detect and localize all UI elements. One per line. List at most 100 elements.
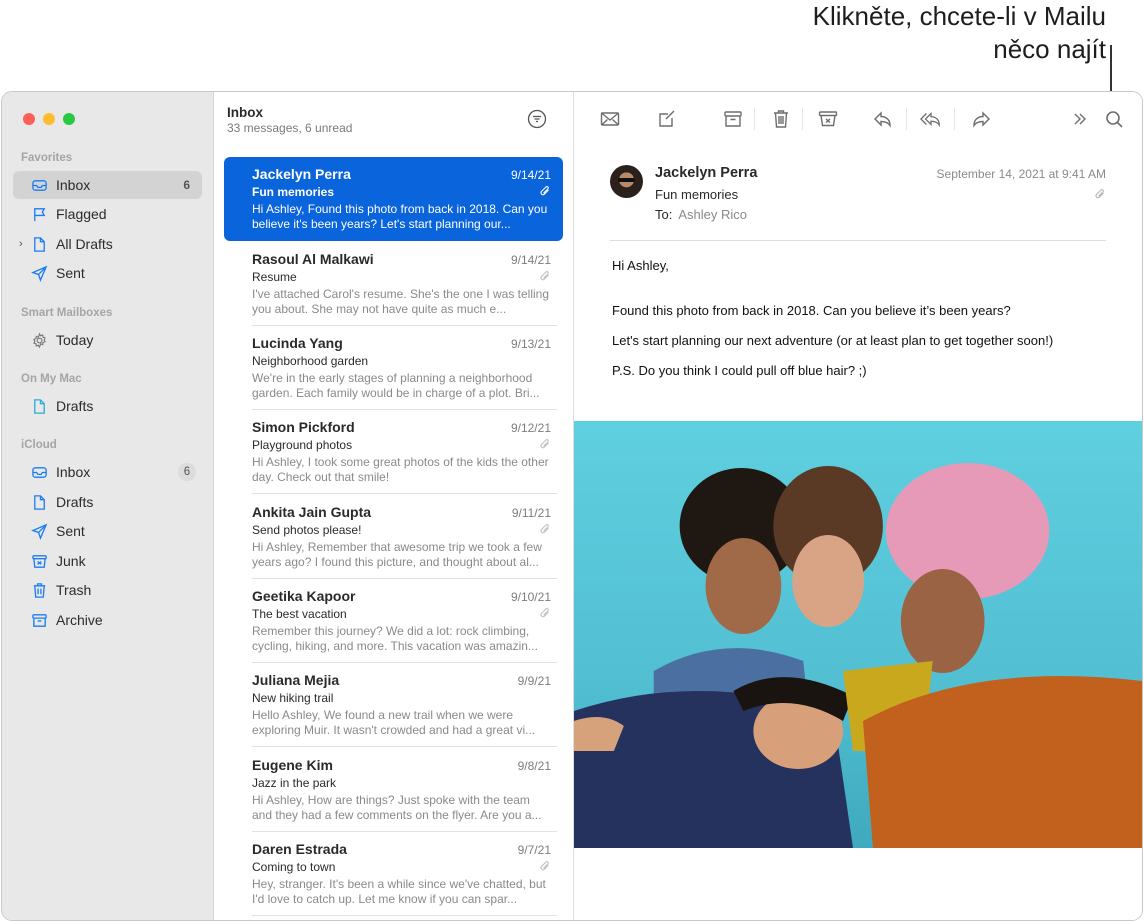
message-row-header: Jackelyn Perra 9/14/21 — [252, 166, 551, 182]
sidebar-item-icloud-drafts[interactable]: Drafts — [13, 488, 202, 516]
message-subject-row: New hiking trail — [252, 691, 551, 705]
message-sender: Jackelyn Perra — [252, 166, 351, 182]
message-sender: Ankita Jain Gupta — [252, 504, 372, 520]
search-button[interactable] — [1102, 107, 1126, 131]
reply-all-button[interactable] — [919, 107, 943, 131]
message-preview: Hi Ashley, Found this photo from back in… — [252, 202, 548, 231]
divider — [252, 493, 557, 494]
sidebar-item-label: Drafts — [56, 398, 94, 414]
sidebar-item-icloud-sent[interactable]: Sent — [13, 517, 202, 545]
message-list-item[interactable]: Juliana Mejia 9/9/21 New hiking trail Hello… — [224, 663, 563, 747]
message-list-item[interactable]: Simon Pickford 9/12/21 Playground photos Hi… — [224, 410, 563, 494]
reply-icon — [874, 111, 891, 128]
message-subject-row: Send photos please! — [252, 523, 551, 537]
sidebar-item-label: Inbox — [56, 464, 91, 480]
reply-button[interactable] — [871, 107, 895, 131]
message-date: 9/8/21 — [517, 759, 551, 773]
junk-icon — [30, 552, 48, 570]
message-viewer: Jackelyn Perra Fun memories To: Ashley Ri… — [574, 92, 1142, 920]
message-header: Jackelyn Perra Fun memories To: Ashley Ri… — [610, 165, 1106, 241]
callout-line-1: Klikněte, chcete-li v Mailu — [812, 1, 1106, 31]
message-sender: Eugene Kim — [252, 757, 333, 773]
message-subject-row: The best vacation — [252, 607, 551, 621]
message-subject: New hiking trail — [252, 691, 334, 705]
message-list-item[interactable]: Lucinda Yang 9/13/21 Neighborhood garden We… — [224, 326, 563, 410]
message-preview: Hey, stranger. It's been a while since w… — [252, 877, 546, 906]
message-subject: Send photos please! — [252, 523, 362, 537]
message-date: 9/11/21 — [511, 506, 551, 520]
trash-icon — [774, 110, 788, 128]
toolbar-separator — [954, 108, 955, 130]
message-list-item[interactable]: Daren Estrada 9/7/21 Coming to town Hey, st… — [224, 832, 563, 916]
divider — [252, 915, 557, 916]
forward-button[interactable] — [969, 107, 993, 131]
get-mail-button[interactable] — [598, 107, 622, 131]
inbox-icon — [30, 463, 48, 481]
sidebar-item-local-drafts[interactable]: Drafts — [13, 392, 202, 420]
attached-photo[interactable] — [574, 421, 1142, 848]
message-subject: Coming to town — [252, 860, 336, 874]
trash-icon — [30, 581, 48, 599]
sidebar-item-label: Today — [56, 332, 94, 348]
sidebar-item-icloud-inbox[interactable]: Inbox 6 — [13, 458, 202, 486]
sidebar-item-archive[interactable]: Archive — [13, 606, 202, 634]
sidebar-item-junk[interactable]: Junk — [13, 547, 202, 575]
sidebar-item-trash[interactable]: Trash — [13, 576, 202, 604]
message-date: 9/9/21 — [517, 674, 551, 688]
photo-illustration — [574, 463, 1142, 848]
message-list-item[interactable]: Ankita Jain Gupta 9/11/21 Send photos plea… — [224, 495, 563, 579]
message-date: September 14, 2021 at 9:41 AM — [936, 167, 1106, 181]
archive-icon — [724, 111, 742, 127]
more-button[interactable] — [1068, 107, 1092, 131]
archive-icon — [30, 611, 48, 629]
search-icon — [1106, 111, 1123, 128]
message-date: 9/10/21 — [510, 590, 551, 604]
envelope-icon — [600, 112, 620, 126]
sidebar-item-favorites-inbox[interactable]: Inbox 6 — [13, 171, 202, 199]
message-row-header: Geetika Kapoor 9/10/21 — [252, 588, 551, 604]
paper-plane-icon — [30, 264, 48, 282]
callout-line-2: něco najít — [993, 34, 1106, 64]
toolbar-separator — [906, 108, 907, 130]
toolbar — [574, 92, 1142, 148]
message-date: 9/13/21 — [510, 337, 551, 351]
archive-button[interactable] — [721, 107, 745, 131]
sidebar-item-today[interactable]: Today — [13, 326, 202, 354]
section-favorites: Favorites — [21, 152, 73, 164]
message-date: 9/12/21 — [510, 421, 551, 435]
paper-plane-icon — [30, 522, 48, 540]
message-date: 9/14/21 — [510, 168, 551, 182]
message-subject: Playground photos — [252, 438, 353, 452]
message-list-item[interactable]: Jackelyn Perra 9/14/21 Fun memories Hi Ashl… — [224, 157, 563, 241]
zoom-button[interactable] — [63, 113, 75, 125]
section-icloud: iCloud — [21, 439, 57, 451]
filter-button[interactable] — [527, 109, 547, 129]
recipient-name[interactable]: Ashley Rico — [678, 207, 747, 222]
mailbox-title: Inbox — [227, 105, 263, 120]
sidebar-item-sent[interactable]: Sent — [13, 259, 202, 287]
attachment-icon — [540, 524, 549, 534]
message-preview: We're in the early stages of planning a … — [252, 371, 540, 400]
sender-name[interactable]: Jackelyn Perra — [655, 165, 757, 181]
document-icon — [30, 493, 48, 511]
mail-window: Favorites Inbox 6 Flagged › All Drafts S… — [1, 91, 1143, 921]
disclosure-chevron-icon[interactable]: › — [19, 238, 23, 250]
sidebar-item-label: Trash — [56, 582, 92, 598]
delete-button[interactable] — [769, 107, 793, 131]
message-list-item[interactable]: Rasoul Al Malkawi 9/14/21 Resume I've attac… — [224, 242, 563, 326]
forward-icon — [973, 111, 990, 128]
compose-button[interactable] — [655, 107, 679, 131]
message-list-item[interactable]: Geetika Kapoor 9/10/21 The best vacation Re… — [224, 579, 563, 663]
attachment-icon — [540, 271, 549, 281]
message-preview: Remember this journey? We did a lot: roc… — [252, 624, 538, 653]
sidebar-item-all-drafts[interactable]: › All Drafts — [13, 230, 202, 258]
minimize-button[interactable] — [43, 113, 55, 125]
message-row-header: Rasoul Al Malkawi 9/14/21 — [252, 251, 551, 267]
junk-button[interactable] — [816, 107, 840, 131]
sidebar-item-flagged[interactable]: Flagged — [13, 200, 202, 228]
message-list-item[interactable]: Eugene Kim 9/8/21 Jazz in the park Hi Ashle… — [224, 748, 563, 832]
compose-icon — [659, 110, 675, 127]
message-body: Hi Ashley, Found this photo from back in… — [612, 258, 1053, 393]
document-icon — [30, 397, 48, 415]
close-button[interactable] — [23, 113, 35, 125]
